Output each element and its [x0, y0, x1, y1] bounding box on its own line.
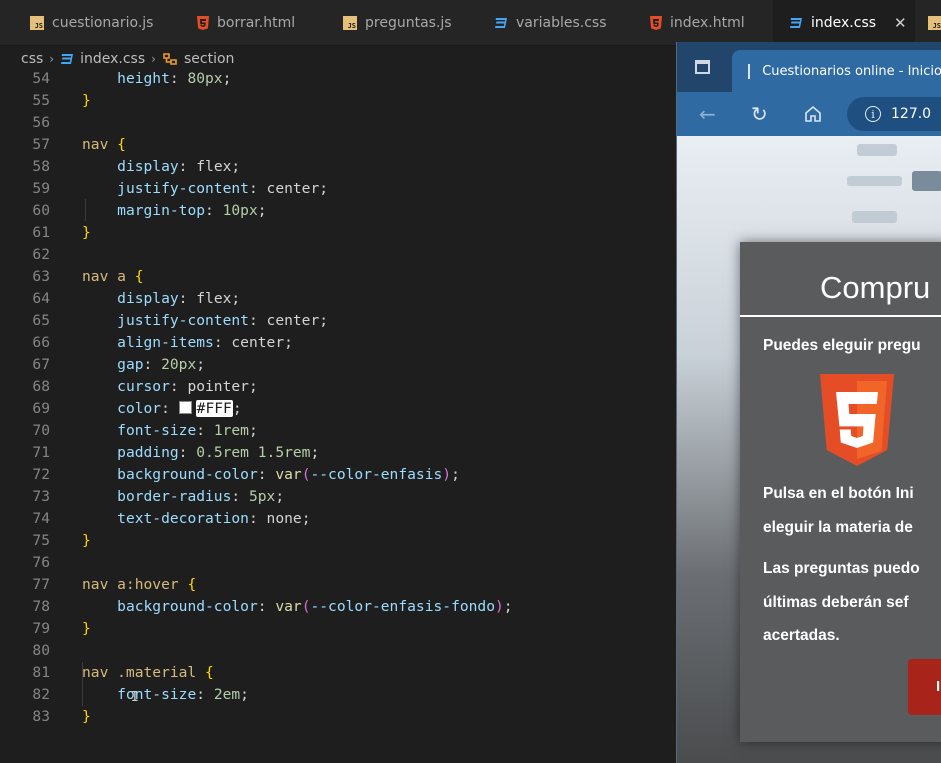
code-line: 58 display: flex;	[32, 158, 241, 175]
code-line: 60 margin-top: 10px;	[32, 202, 267, 219]
code-line: 76	[32, 554, 50, 571]
tab-actions-icon[interactable]	[695, 60, 710, 74]
text-cursor-icon: I	[131, 690, 139, 705]
chevron-right-icon: ›	[49, 51, 55, 66]
editor-tab-bar: JS cuestionario.js borrar.html JS pregun…	[0, 0, 941, 46]
welcome-card: Compru Puedes eleguir pregu Pulsa en el …	[740, 242, 941, 742]
browser-toolbar: ← ↻ i 127.0	[677, 92, 941, 136]
tab-index-css[interactable]: index.css ✕	[773, 0, 915, 46]
code-line: 70 font-size: 1rem;	[32, 422, 258, 439]
tab-label: index.html	[670, 15, 745, 31]
start-button[interactable]: I	[908, 659, 941, 715]
color-swatch[interactable]	[178, 401, 192, 414]
indent-guide	[82, 662, 83, 706]
html-file-icon	[197, 16, 209, 30]
code-line: 72 background-color: var(--color-enfasis…	[32, 466, 460, 483]
breadcrumb-file[interactable]: index.css	[80, 51, 145, 67]
breadcrumb-folder[interactable]: css	[21, 51, 43, 67]
code-line: 81 nav .material {	[32, 664, 214, 681]
code-line: 55}	[32, 92, 91, 109]
code-line: 74 text-decoration: none;	[32, 510, 311, 527]
code-line: 83}	[32, 708, 91, 725]
html5-logo-icon[interactable]	[820, 374, 894, 466]
tab-index-html[interactable]: index.html	[650, 0, 745, 46]
tab-cuestionario-js[interactable]: JS cuestionario.js	[30, 0, 153, 46]
symbol-structure-icon	[163, 52, 177, 65]
browser-window[interactable]: Cuestionarios online - Inicio ← ↻ i 127.…	[676, 42, 941, 763]
code-line: 54 height: 80px;	[32, 70, 232, 87]
card-text-line: últimas deberán sef	[763, 594, 909, 611]
code-line: 78 background-color: var(--color-enfasis…	[32, 598, 513, 615]
tab-overflow-js[interactable]: JS	[928, 0, 941, 46]
css-file-icon	[495, 18, 507, 28]
card-text-line: Pulsa en el botón Ini	[763, 485, 914, 502]
tab-label: borrar.html	[217, 15, 296, 31]
card-text-line: Puedes eleguir pregu	[763, 337, 921, 354]
back-arrow-icon[interactable]: ←	[699, 102, 716, 126]
address-url: 127.0	[891, 106, 932, 122]
tab-borrar-html[interactable]: borrar.html	[197, 0, 295, 46]
javascript-file-icon: JS	[343, 16, 357, 30]
address-bar[interactable]: i 127.0	[847, 97, 941, 131]
code-line: 57 nav {	[32, 136, 126, 153]
tab-variables-css[interactable]: variables.css	[494, 0, 607, 46]
tab-label: index.css	[811, 15, 877, 31]
javascript-file-icon: JS	[928, 16, 941, 30]
code-line: 75}	[32, 532, 91, 549]
background-image-detail	[852, 211, 897, 223]
code-line: 59 justify-content: center;	[32, 180, 329, 197]
breadcrumb-symbol[interactable]: section	[184, 51, 234, 67]
code-line: 63 nav a {	[32, 268, 144, 285]
card-text-line: acertadas.	[763, 627, 840, 644]
background-image-detail	[857, 144, 897, 156]
code-line: 66 align-items: center;	[32, 334, 293, 351]
browser-title-bar: Cuestionarios online - Inicio	[677, 42, 941, 92]
refresh-icon[interactable]: ↻	[751, 102, 768, 126]
code-line: 77 nav a:hover {	[32, 576, 197, 593]
code-line: 82 font-size: 2em;	[32, 686, 249, 703]
tab-label: variables.css	[516, 15, 607, 31]
browser-tab-title: Cuestionarios online - Inicio	[762, 63, 941, 79]
code-line: 68 cursor: pointer;	[32, 378, 258, 395]
page-document-icon	[748, 63, 751, 79]
browser-tab[interactable]: Cuestionarios online - Inicio	[732, 50, 941, 92]
code-line: 80	[32, 642, 50, 659]
code-editor[interactable]: 54 height: 80px; 55} 56 57 nav { 58 displ…	[0, 68, 676, 763]
code-line: 71 padding: 0.5rem 1.5rem;	[32, 444, 320, 461]
code-line: 65 justify-content: center;	[32, 312, 329, 329]
code-line: 64 display: flex;	[32, 290, 241, 307]
code-line: 67 gap: 20px;	[32, 356, 206, 373]
code-line: 73 border-radius: 5px;	[32, 488, 285, 505]
code-line: 69 color: #FFF;	[32, 400, 242, 417]
breadcrumb: css › index.css › section	[21, 47, 234, 70]
site-info-icon[interactable]: i	[865, 106, 881, 122]
code-line: 61}	[32, 224, 91, 241]
card-text-line: Las preguntas puedo	[763, 560, 920, 577]
css-file-icon	[790, 18, 802, 28]
code-line: 79}	[32, 620, 91, 637]
home-icon[interactable]	[804, 105, 822, 123]
chevron-right-icon: ›	[151, 51, 156, 66]
close-tab-icon[interactable]: ✕	[894, 14, 907, 32]
background-image-detail	[912, 171, 941, 191]
card-text-line: eleguir la materia de	[763, 519, 913, 536]
code-line: 56	[32, 114, 50, 131]
tab-preguntas-js[interactable]: JS preguntas.js	[343, 0, 452, 46]
css-file-icon	[61, 53, 74, 64]
tab-label: cuestionario.js	[52, 15, 154, 31]
tab-label: preguntas.js	[365, 15, 452, 31]
background-image-detail	[847, 176, 902, 186]
card-title: Compru	[820, 270, 931, 305]
code-line: 62	[32, 246, 50, 263]
javascript-file-icon: JS	[30, 16, 44, 30]
card-divider	[740, 315, 941, 317]
html-file-icon	[650, 16, 662, 30]
